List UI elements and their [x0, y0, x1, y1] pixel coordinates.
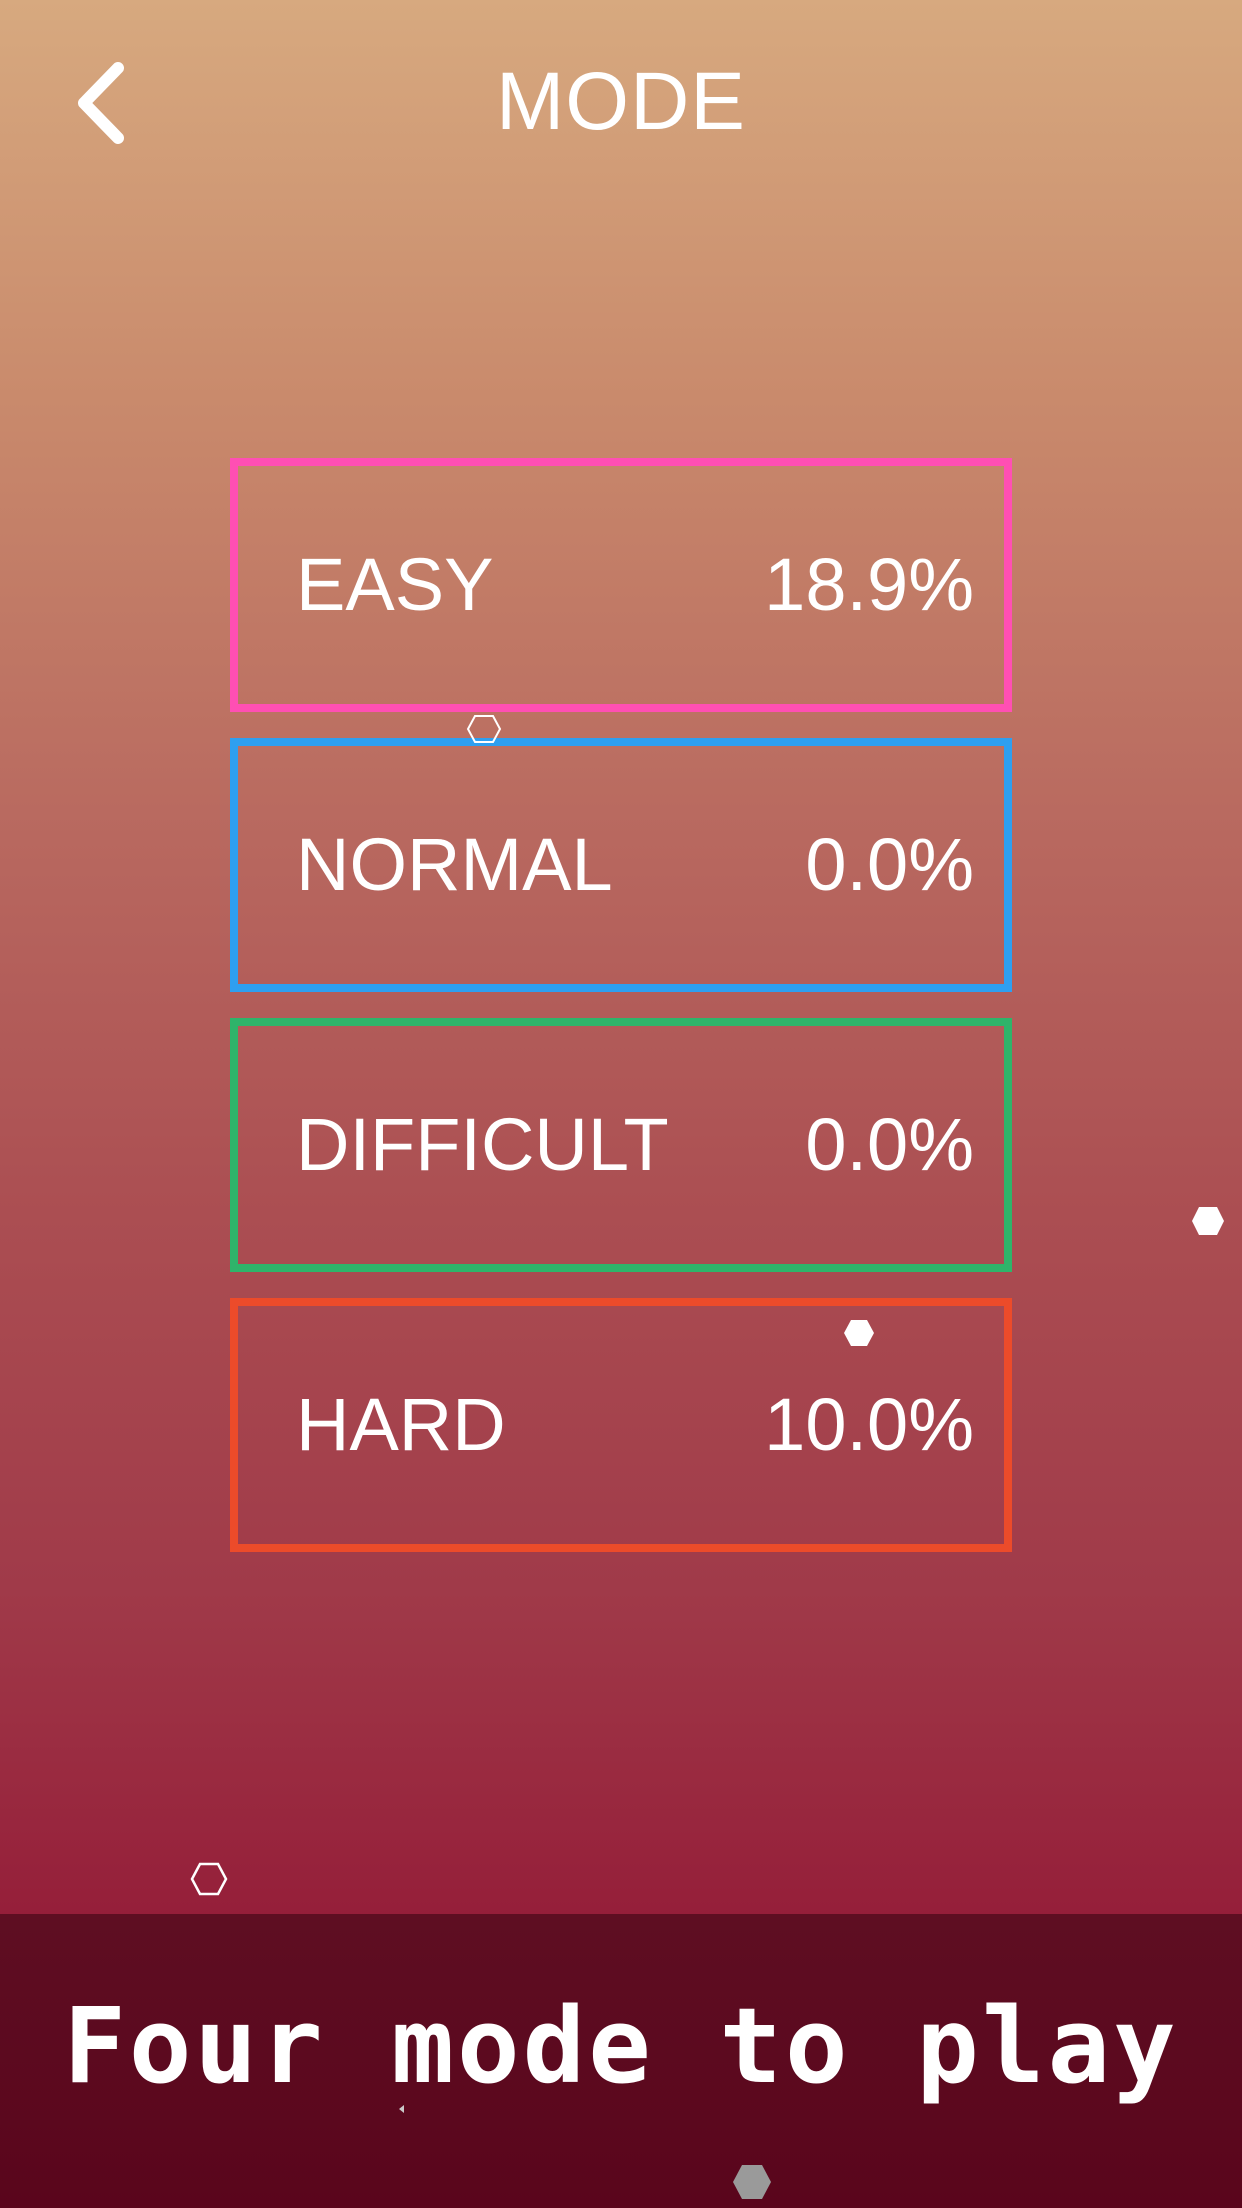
- banner-text: Four mode to play: [63, 1985, 1179, 2107]
- hexagon-outline-icon: [190, 1862, 228, 1896]
- mode-label: HARD: [296, 1383, 506, 1466]
- page-title: MODE: [496, 56, 746, 147]
- hexagon-filled-icon: [1192, 1207, 1224, 1235]
- hexagon-filled-icon: [844, 1320, 874, 1346]
- mode-progress-value: 0.0%: [805, 1103, 974, 1186]
- mode-label: DIFFICULT: [296, 1103, 669, 1186]
- bottom-banner: Four mode to play: [0, 1914, 1242, 2208]
- mode-progress-value: 0.0%: [805, 823, 974, 906]
- mode-card-difficult[interactable]: DIFFICULT 0.0%: [230, 1018, 1012, 1272]
- mode-progress-value: 18.9%: [764, 543, 974, 626]
- hexagon-filled-icon: [733, 2165, 771, 2199]
- mode-card-hard[interactable]: HARD 10.0%: [230, 1298, 1012, 1552]
- dot-particle-icon: [399, 2105, 404, 2113]
- mode-card-easy[interactable]: EASY 18.9%: [230, 458, 1012, 712]
- hexagon-outline-icon: [466, 715, 502, 743]
- mode-list: EASY 18.9% NORMAL 0.0% DIFFICULT 0.0% HA…: [230, 458, 1012, 1578]
- mode-label: EASY: [296, 543, 494, 626]
- mode-progress-value: 10.0%: [764, 1383, 974, 1466]
- mode-card-normal[interactable]: NORMAL 0.0%: [230, 738, 1012, 992]
- mode-label: NORMAL: [296, 823, 613, 906]
